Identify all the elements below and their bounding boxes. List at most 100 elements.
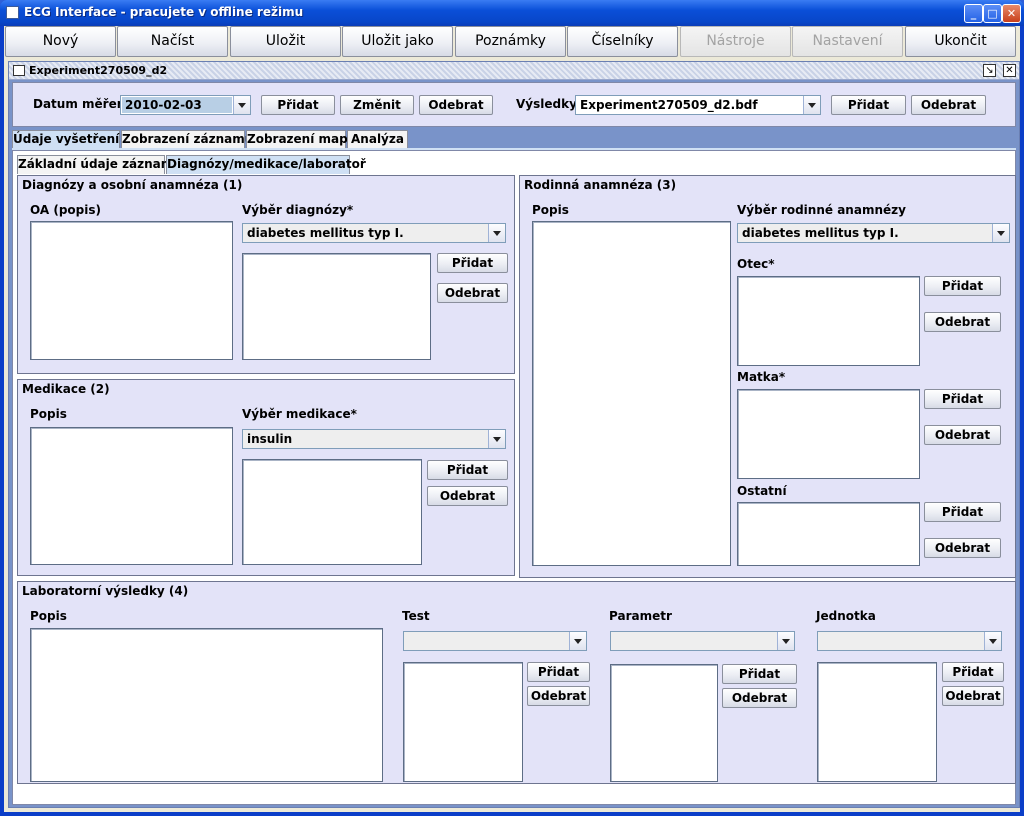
- ostatni-remove-button[interactable]: Odebrat: [924, 538, 1001, 558]
- java-app-icon: [6, 6, 19, 19]
- diagnoza-list[interactable]: [242, 253, 431, 360]
- otec-add-button[interactable]: Přidat: [924, 276, 1001, 296]
- app-window: ECG Interface - pracujete v offline reži…: [0, 0, 1024, 816]
- exit-button[interactable]: Ukončit: [905, 26, 1016, 57]
- ostatni-label: Ostatní: [737, 484, 787, 498]
- diagnozy-group: Diagnózy a osobní anamnéza (1) OA (popis…: [17, 175, 515, 374]
- parametr-add-button[interactable]: Přidat: [722, 664, 797, 684]
- diagnoza-value: diabetes mellitus typ I.: [247, 226, 404, 240]
- tab-zobrazeni-zaznamu[interactable]: Zobrazení záznamu: [121, 130, 253, 149]
- chevron-down-icon[interactable]: [488, 224, 505, 242]
- tab-udaje-vysetreni[interactable]: Údaje vyšetření: [12, 130, 120, 149]
- otec-list[interactable]: [737, 276, 920, 366]
- internal-frame: Experiment270509_d2 ↘ ✕ Datum měření 201…: [8, 61, 1020, 808]
- settings-button[interactable]: Nastavení: [792, 26, 903, 57]
- frame-icon: [13, 65, 25, 76]
- save-as-button[interactable]: Uložit jako: [342, 26, 453, 57]
- window-title: ECG Interface - pracujete v offline reži…: [24, 5, 304, 19]
- oa-textarea[interactable]: [30, 221, 233, 360]
- rodinna-popis-label: Popis: [532, 203, 569, 217]
- medikace-add-button[interactable]: Přidat: [427, 460, 508, 480]
- otec-label: Otec*: [737, 257, 775, 271]
- jednotka-select[interactable]: [817, 631, 1002, 651]
- otec-remove-button[interactable]: Odebrat: [924, 312, 1001, 332]
- title-bar[interactable]: ECG Interface - pracujete v offline reži…: [0, 0, 1024, 26]
- ostatni-list[interactable]: [737, 502, 920, 566]
- jednotka-add-button[interactable]: Přidat: [942, 662, 1004, 682]
- client-area: Nový Načíst Uložit Uložit jako Poznámky …: [4, 26, 1020, 812]
- laborator-popis-textarea[interactable]: [30, 628, 383, 782]
- close-icon[interactable]: ✕: [1003, 64, 1016, 77]
- test-add-button[interactable]: Přidat: [527, 662, 590, 682]
- rodinna-select-label: Výběr rodinné anamnézy: [737, 203, 906, 217]
- medikace-popis-label: Popis: [30, 407, 67, 421]
- parametr-list[interactable]: [610, 664, 718, 782]
- restore-icon[interactable]: ↘: [983, 64, 996, 77]
- medikace-list[interactable]: [242, 459, 422, 565]
- medikace-remove-button[interactable]: Odebrat: [427, 486, 508, 506]
- vysledky-label: Výsledky: [516, 97, 577, 111]
- chevron-down-icon[interactable]: [992, 224, 1009, 242]
- parametr-select[interactable]: [610, 631, 795, 651]
- maximize-button[interactable]: □: [983, 4, 1002, 23]
- rodinna-popis-textarea[interactable]: [532, 221, 731, 566]
- chevron-down-icon[interactable]: [233, 96, 250, 114]
- medikace-popis-textarea[interactable]: [30, 427, 233, 565]
- parametr-label: Parametr: [609, 609, 672, 623]
- medikace-title: Medikace (2): [22, 382, 110, 396]
- parametr-remove-button[interactable]: Odebrat: [722, 688, 797, 708]
- diagnoza-remove-button[interactable]: Odebrat: [437, 283, 508, 303]
- close-button[interactable]: ✕: [1002, 4, 1021, 23]
- tab-content: Základní údaje záznamu Diagnózy/medikace…: [12, 150, 1016, 805]
- tab-zobrazeni-map[interactable]: Zobrazení map: [246, 130, 348, 149]
- rodinna-select[interactable]: diabetes mellitus typ I.: [737, 223, 1010, 243]
- matka-remove-button[interactable]: Odebrat: [924, 425, 1001, 445]
- subtab-diagnozy-medikace[interactable]: Diagnózy/medikace/laboratoř: [166, 155, 366, 174]
- jednotka-list[interactable]: [817, 662, 937, 782]
- chevron-down-icon[interactable]: [569, 632, 586, 650]
- diagnoza-select-label: Výběr diagnózy*: [242, 203, 354, 217]
- internal-frame-titlebar[interactable]: Experiment270509_d2 ↘ ✕: [9, 62, 1019, 80]
- medikace-select-label: Výběr medikace*: [242, 407, 357, 421]
- laborator-group: Laboratorní výsledky (4) Popis Test Přid…: [17, 581, 1016, 784]
- matka-add-button[interactable]: Přidat: [924, 389, 1001, 409]
- notes-button[interactable]: Poznámky: [455, 26, 566, 57]
- test-list[interactable]: [403, 662, 523, 782]
- medikace-select[interactable]: insulin: [242, 429, 506, 449]
- measurement-panel: Datum měření 2010-02-03 Přidat Změnit Od…: [12, 82, 1016, 127]
- subtab-zakladni-udaje[interactable]: Základní údaje záznamu: [17, 155, 182, 174]
- ostatni-add-button[interactable]: Přidat: [924, 502, 1001, 522]
- datum-select[interactable]: 2010-02-03: [120, 95, 251, 115]
- chevron-down-icon[interactable]: [984, 632, 1001, 650]
- datum-add-button[interactable]: Přidat: [261, 95, 335, 115]
- tab-analyza[interactable]: Analýza: [347, 130, 408, 149]
- minimize-button[interactable]: _: [964, 4, 983, 23]
- matka-label: Matka*: [737, 370, 786, 384]
- new-button[interactable]: Nový: [5, 26, 116, 57]
- laborator-popis-label: Popis: [30, 609, 67, 623]
- matka-list[interactable]: [737, 389, 920, 479]
- chevron-down-icon[interactable]: [488, 430, 505, 448]
- datum-change-button[interactable]: Změnit: [340, 95, 414, 115]
- medikace-group: Medikace (2) Popis Výběr medikace* insul…: [17, 379, 515, 576]
- test-select[interactable]: [403, 631, 587, 651]
- jednotka-remove-button[interactable]: Odebrat: [942, 686, 1004, 706]
- datum-value: 2010-02-03: [122, 97, 232, 113]
- datum-remove-button[interactable]: Odebrat: [419, 95, 493, 115]
- vysledky-add-button[interactable]: Přidat: [831, 95, 906, 115]
- chevron-down-icon[interactable]: [777, 632, 794, 650]
- test-remove-button[interactable]: Odebrat: [527, 686, 590, 706]
- chevron-down-icon[interactable]: [803, 96, 820, 114]
- load-button[interactable]: Načíst: [117, 26, 228, 57]
- diagnoza-add-button[interactable]: Přidat: [437, 253, 508, 273]
- diagnoza-select[interactable]: diabetes mellitus typ I.: [242, 223, 506, 243]
- rodinna-group: Rodinná anamnéza (3) Popis Výběr rodinné…: [519, 175, 1016, 578]
- vysledky-select[interactable]: Experiment270509_d2.bdf: [575, 95, 821, 115]
- rodinna-title: Rodinná anamnéza (3): [524, 178, 677, 192]
- save-button[interactable]: Uložit: [230, 26, 341, 57]
- laborator-title: Laboratorní výsledky (4): [22, 584, 189, 598]
- codebooks-button[interactable]: Číselníky: [567, 26, 678, 57]
- medikace-value: insulin: [247, 432, 293, 446]
- vysledky-remove-button[interactable]: Odebrat: [911, 95, 986, 115]
- tools-button[interactable]: Nástroje: [680, 26, 791, 57]
